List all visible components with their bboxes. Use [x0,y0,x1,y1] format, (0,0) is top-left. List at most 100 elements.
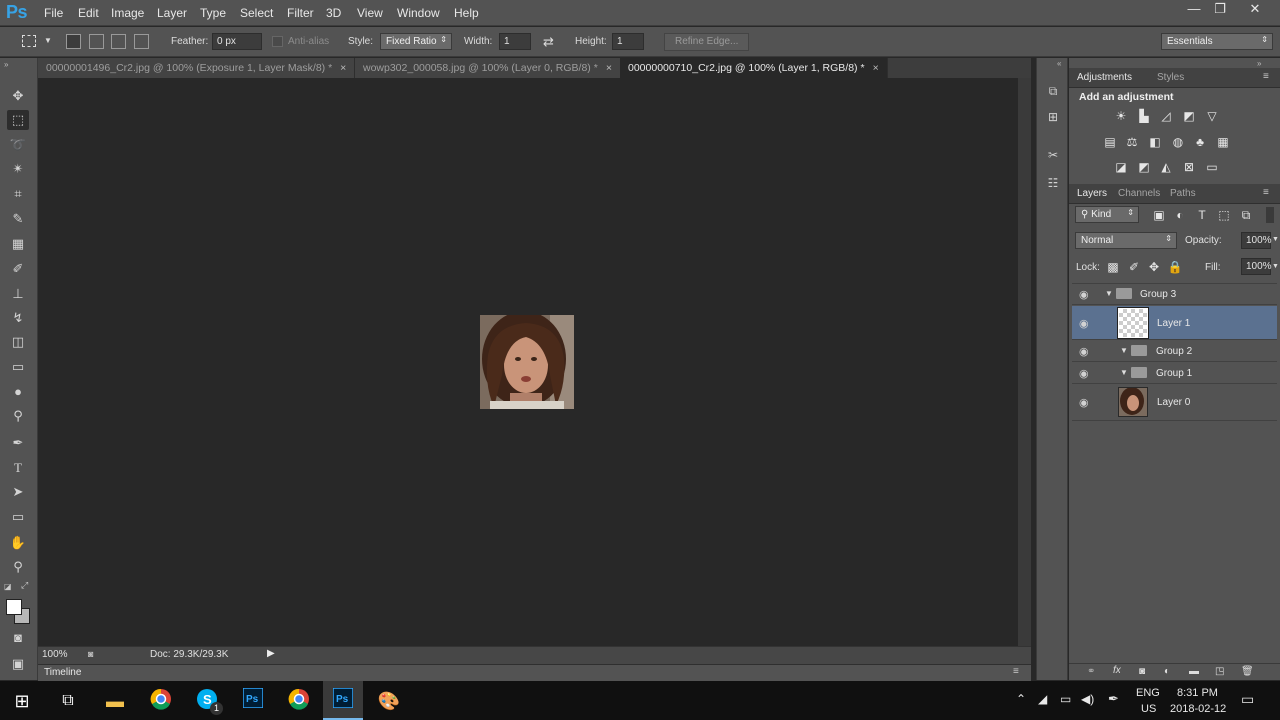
magic-wand-tool-icon[interactable]: ✴ [7,159,29,179]
subtract-selection-icon[interactable] [111,34,126,49]
task-view-icon[interactable]: ⧉ [55,688,81,714]
filter-adjustment-icon[interactable]: ◐ [1172,207,1188,223]
swap-icon[interactable]: ⇄ [543,34,554,50]
height-input[interactable]: 1 [612,33,644,50]
hand-tool-icon[interactable]: ✋ [7,533,29,553]
menu-view[interactable]: View [357,6,383,20]
panel-menu-icon[interactable]: ≡ [1013,666,1019,677]
menu-help[interactable]: Help [454,6,479,20]
battery-icon[interactable]: ▭ [1060,692,1071,706]
levels-icon[interactable]: ▙ [1136,108,1152,124]
add-selection-icon[interactable] [89,34,104,49]
rectangular-marquee-tool-icon[interactable]: ⬚ [7,110,29,130]
filter-pixel-icon[interactable]: ▣ [1151,207,1167,223]
menu-edit[interactable]: Edit [78,6,99,20]
menu-select[interactable]: Select [240,6,273,20]
paint-icon[interactable]: 🎨 [376,688,402,714]
refine-edge-button[interactable]: Refine Edge... [664,33,750,51]
photo-filter-icon[interactable]: ◍ [1170,134,1186,150]
photoshop-taskbar-active-icon[interactable]: Ps [330,687,356,714]
layer-row-layer-1[interactable]: ◉ Layer 1 [1072,306,1277,340]
width-input[interactable]: 1 [499,33,531,50]
exposure-icon[interactable]: ◩ [1181,108,1197,124]
healing-brush-tool-icon[interactable]: ▦ [7,234,29,254]
close-tab-icon[interactable]: × [340,62,346,74]
filter-toggle[interactable] [1266,207,1274,223]
tab-document-2[interactable]: wowp302_000058.jpg @ 100% (Layer 0, RGB/… [355,58,621,78]
chevron-down-icon[interactable]: ▼ [1272,263,1279,270]
color-balance-icon[interactable]: ⚖ [1124,134,1140,150]
share-icon[interactable]: ◙ [88,649,93,659]
new-group-icon[interactable]: ▬ [1189,666,1199,677]
new-selection-icon[interactable] [66,34,81,49]
expand-triangle-icon[interactable]: ▼ [1120,346,1128,355]
timeline-tab[interactable]: Timeline [44,667,81,678]
curves-icon[interactable]: ◿ [1158,108,1174,124]
screen-mode-icon[interactable]: ▣ [7,654,29,674]
feather-input[interactable]: 0 px [212,33,262,50]
filter-shape-icon[interactable]: ⬚ [1216,207,1232,223]
brightness-contrast-icon[interactable]: ☀ [1113,108,1129,124]
collapse-toolbox-icon[interactable]: » [4,60,8,69]
layer-row-group-1[interactable]: ◉ ▼ Group 1 [1072,363,1277,384]
lasso-tool-icon[interactable]: ➰ [7,135,29,155]
eye-icon[interactable]: ◉ [1079,288,1089,301]
layer-filter-select[interactable]: ⚲ Kind ⇕ [1075,206,1139,223]
eyedropper-tool-icon[interactable]: ✎ [7,209,29,229]
vertical-scrollbar[interactable] [1018,78,1031,646]
delete-layer-icon[interactable]: 🗑 [1241,666,1254,677]
eraser-tool-icon[interactable]: ◫ [7,332,29,352]
language-indicator[interactable]: ENG [1136,687,1160,699]
menu-3d[interactable]: 3D [326,6,341,20]
windows-start-icon[interactable]: ⊞ [9,688,35,714]
status-menu-arrow-icon[interactable]: ▶ [267,648,275,659]
volume-icon[interactable]: ◀) [1081,692,1094,706]
tab-document-1[interactable]: 00000001496_Cr2.jpg @ 100% (Exposure 1, … [38,58,356,78]
black-white-icon[interactable]: ◧ [1147,134,1163,150]
brush-presets-icon[interactable]: ✂ [1044,146,1062,164]
tab-styles[interactable]: Styles [1157,72,1184,83]
filter-smart-object-icon[interactable]: ⧉ [1238,207,1254,223]
layer-row-group-3[interactable]: ◉ ▼ Group 3 [1072,283,1277,305]
workspace-select[interactable]: Essentials ⇕ [1161,33,1273,50]
lock-position-icon[interactable]: ✥ [1146,259,1162,275]
file-explorer-icon[interactable]: ▬ [102,688,128,714]
posterize-icon[interactable]: ◩ [1136,159,1152,175]
quick-mask-icon[interactable]: ◙ [7,628,29,648]
photoshop-taskbar-icon[interactable]: Ps [240,687,266,714]
swap-colors-icon[interactable]: ⤢ [21,580,28,591]
close-tab-icon[interactable]: × [873,62,879,74]
expand-triangle-icon[interactable]: ▼ [1120,368,1128,377]
gradient-map-icon[interactable]: ▭ [1204,159,1220,175]
blend-mode-select[interactable]: Normal ⇕ [1075,232,1177,249]
panel-menu-icon[interactable]: ≡ [1263,71,1269,82]
pen-icon[interactable]: ✒ [1108,691,1119,707]
filter-type-icon[interactable]: T [1194,207,1210,223]
crop-tool-icon[interactable]: ⌗ [7,184,29,204]
menu-window[interactable]: Window [397,6,440,20]
tab-layers[interactable]: Layers [1077,188,1107,199]
lock-image-icon[interactable]: ✐ [1126,259,1142,275]
link-layers-icon[interactable]: ⚭ [1087,666,1095,677]
vibrance-icon[interactable]: ▽ [1204,108,1220,124]
style-select[interactable]: Fixed Ratio ⇕ [380,33,452,50]
history-icon[interactable]: ⧉ [1044,82,1062,100]
chevron-up-icon[interactable]: ⌃ [1016,692,1026,706]
rectangle-tool-icon[interactable]: ▭ [7,507,29,527]
network-icon[interactable]: ◢ [1038,692,1047,706]
clone-stamp-tool-icon[interactable]: ⊥ [7,284,29,304]
opacity-input[interactable]: 100% [1241,232,1272,249]
tab-channels[interactable]: Channels [1118,188,1160,199]
pen-tool-icon[interactable]: ✒ [7,433,29,453]
type-tool-icon[interactable]: T [7,458,29,478]
menu-layer[interactable]: Layer [157,6,187,20]
history-brush-tool-icon[interactable]: ↯ [7,308,29,328]
layer-row-group-2[interactable]: ◉ ▼ Group 2 [1072,341,1277,362]
document-image[interactable] [480,315,574,409]
eye-icon[interactable]: ◉ [1079,345,1089,358]
menu-filter[interactable]: Filter [287,6,314,20]
panel-menu-icon[interactable]: ≡ [1263,187,1269,198]
expand-triangle-icon[interactable]: ▼ [1105,289,1113,298]
chrome-icon[interactable] [286,688,312,714]
dodge-tool-icon[interactable]: ⚲ [7,406,29,426]
